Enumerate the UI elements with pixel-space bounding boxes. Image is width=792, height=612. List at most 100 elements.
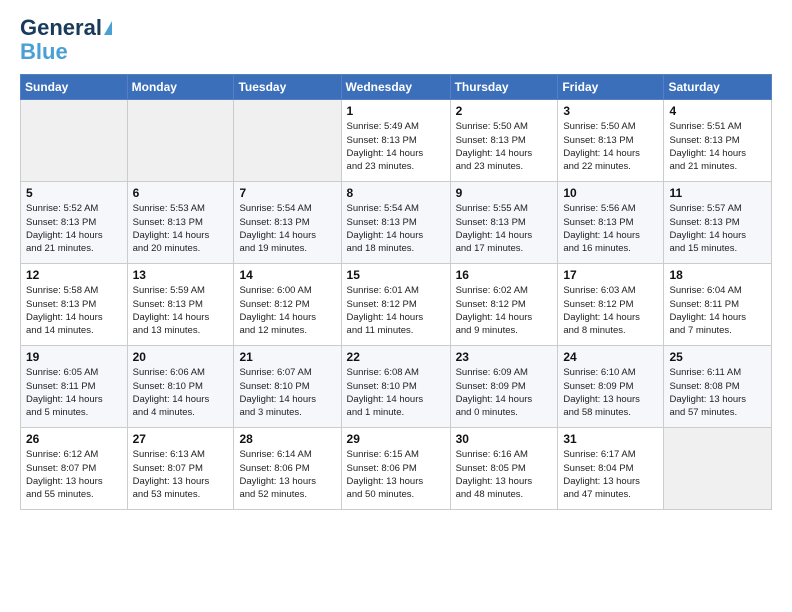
day-number: 24 bbox=[563, 350, 658, 364]
week-row-5: 26 Sunrise: 6:12 AM Sunset: 8:07 PM Dayli… bbox=[21, 428, 772, 510]
day-cell-27: 27Sunrise: 6:13 AM Sunset: 8:07 PM Dayli… bbox=[127, 428, 234, 510]
day-cell-3: 3 Sunrise: 5:50 AM Sunset: 8:13 PM Daylig… bbox=[558, 100, 664, 182]
day-info: Sunrise: 6:06 AM Sunset: 8:10 PM Dayligh… bbox=[133, 366, 229, 419]
calendar-table: SundayMondayTuesdayWednesdayThursdayFrid… bbox=[20, 74, 772, 510]
day-cell-30: 30 Sunrise: 6:16 AM Sunset: 8:05 PM Dayli… bbox=[450, 428, 558, 510]
day-number: 4 bbox=[669, 104, 766, 118]
day-info: Sunrise: 5:59 AM Sunset: 8:13 PM Dayligh… bbox=[133, 284, 229, 337]
day-number: 25 bbox=[669, 350, 766, 364]
day-number: 16 bbox=[456, 268, 553, 282]
day-cell-6: 6Sunrise: 5:53 AM Sunset: 8:13 PM Daylig… bbox=[127, 182, 234, 264]
day-number: 2 bbox=[456, 104, 553, 118]
day-number: 28 bbox=[239, 432, 335, 446]
day-cell-20: 20 Sunrise: 6:06 AM Sunset: 8:10 PM Dayli… bbox=[127, 346, 234, 428]
day-cell-24: 24 Sunrise: 6:10 AM Sunset: 8:09 PM Dayli… bbox=[558, 346, 664, 428]
day-info: Sunrise: 6:12 AM Sunset: 8:07 PM Dayligh… bbox=[26, 448, 122, 501]
day-info: Sunrise: 5:50 AM Sunset: 8:13 PM Dayligh… bbox=[456, 120, 553, 173]
day-cell-4: 4Sunrise: 5:51 AM Sunset: 8:13 PM Daylig… bbox=[664, 100, 772, 182]
day-cell-9: 9 Sunrise: 5:55 AM Sunset: 8:13 PM Daylig… bbox=[450, 182, 558, 264]
weekday-header-tuesday: Tuesday bbox=[234, 75, 341, 100]
day-cell-13: 13 Sunrise: 5:59 AM Sunset: 8:13 PM Dayli… bbox=[127, 264, 234, 346]
day-info: Sunrise: 6:16 AM Sunset: 8:05 PM Dayligh… bbox=[456, 448, 553, 501]
weekday-header-wednesday: Wednesday bbox=[341, 75, 450, 100]
day-number: 9 bbox=[456, 186, 553, 200]
day-number: 11 bbox=[669, 186, 766, 200]
day-info: Sunrise: 6:05 AM Sunset: 8:11 PM Dayligh… bbox=[26, 366, 122, 419]
day-info: Sunrise: 5:52 AM Sunset: 8:13 PM Dayligh… bbox=[26, 202, 122, 255]
day-info: Sunrise: 6:10 AM Sunset: 8:09 PM Dayligh… bbox=[563, 366, 658, 419]
day-info: Sunrise: 5:56 AM Sunset: 8:13 PM Dayligh… bbox=[563, 202, 658, 255]
day-number: 20 bbox=[133, 350, 229, 364]
day-cell-23: 23Sunrise: 6:09 AM Sunset: 8:09 PM Dayli… bbox=[450, 346, 558, 428]
week-row-1: 1 Sunrise: 5:49 AM Sunset: 8:13 PM Daylig… bbox=[21, 100, 772, 182]
day-info: Sunrise: 5:50 AM Sunset: 8:13 PM Dayligh… bbox=[563, 120, 658, 173]
day-cell-16: 16 Sunrise: 6:02 AM Sunset: 8:12 PM Dayli… bbox=[450, 264, 558, 346]
day-number: 30 bbox=[456, 432, 553, 446]
empty-cell bbox=[234, 100, 341, 182]
day-number: 1 bbox=[347, 104, 445, 118]
logo-text-general: General bbox=[20, 16, 102, 40]
day-cell-18: 18Sunrise: 6:04 AM Sunset: 8:11 PM Dayli… bbox=[664, 264, 772, 346]
day-number: 10 bbox=[563, 186, 658, 200]
day-number: 15 bbox=[347, 268, 445, 282]
weekday-header-friday: Friday bbox=[558, 75, 664, 100]
logo: General Blue bbox=[20, 16, 112, 64]
day-cell-26: 26 Sunrise: 6:12 AM Sunset: 8:07 PM Dayli… bbox=[21, 428, 128, 510]
day-number: 26 bbox=[26, 432, 122, 446]
day-number: 5 bbox=[26, 186, 122, 200]
day-cell-28: 28Sunrise: 6:14 AM Sunset: 8:06 PM Dayli… bbox=[234, 428, 341, 510]
day-cell-22: 22 Sunrise: 6:08 AM Sunset: 8:10 PM Dayli… bbox=[341, 346, 450, 428]
day-cell-19: 19 Sunrise: 6:05 AM Sunset: 8:11 PM Dayli… bbox=[21, 346, 128, 428]
day-number: 22 bbox=[347, 350, 445, 364]
day-number: 12 bbox=[26, 268, 122, 282]
empty-cell bbox=[21, 100, 128, 182]
day-cell-15: 15 Sunrise: 6:01 AM Sunset: 8:12 PM Dayli… bbox=[341, 264, 450, 346]
day-cell-17: 17 Sunrise: 6:03 AM Sunset: 8:12 PM Dayli… bbox=[558, 264, 664, 346]
day-number: 31 bbox=[563, 432, 658, 446]
day-cell-1: 1 Sunrise: 5:49 AM Sunset: 8:13 PM Daylig… bbox=[341, 100, 450, 182]
day-info: Sunrise: 5:55 AM Sunset: 8:13 PM Dayligh… bbox=[456, 202, 553, 255]
day-info: Sunrise: 6:01 AM Sunset: 8:12 PM Dayligh… bbox=[347, 284, 445, 337]
day-info: Sunrise: 6:03 AM Sunset: 8:12 PM Dayligh… bbox=[563, 284, 658, 337]
day-number: 14 bbox=[239, 268, 335, 282]
day-info: Sunrise: 6:17 AM Sunset: 8:04 PM Dayligh… bbox=[563, 448, 658, 501]
day-info: Sunrise: 5:58 AM Sunset: 8:13 PM Dayligh… bbox=[26, 284, 122, 337]
day-number: 23 bbox=[456, 350, 553, 364]
day-cell-21: 21Sunrise: 6:07 AM Sunset: 8:10 PM Dayli… bbox=[234, 346, 341, 428]
day-number: 8 bbox=[347, 186, 445, 200]
weekday-header-sunday: Sunday bbox=[21, 75, 128, 100]
day-info: Sunrise: 6:02 AM Sunset: 8:12 PM Dayligh… bbox=[456, 284, 553, 337]
day-info: Sunrise: 5:54 AM Sunset: 8:13 PM Dayligh… bbox=[239, 202, 335, 255]
day-cell-29: 29 Sunrise: 6:15 AM Sunset: 8:06 PM Dayli… bbox=[341, 428, 450, 510]
day-number: 29 bbox=[347, 432, 445, 446]
day-cell-31: 31 Sunrise: 6:17 AM Sunset: 8:04 PM Dayli… bbox=[558, 428, 664, 510]
logo-text-blue: Blue bbox=[20, 40, 68, 64]
day-info: Sunrise: 6:15 AM Sunset: 8:06 PM Dayligh… bbox=[347, 448, 445, 501]
day-info: Sunrise: 6:07 AM Sunset: 8:10 PM Dayligh… bbox=[239, 366, 335, 419]
header: General Blue bbox=[20, 16, 772, 64]
day-cell-12: 12 Sunrise: 5:58 AM Sunset: 8:13 PM Dayli… bbox=[21, 264, 128, 346]
day-number: 3 bbox=[563, 104, 658, 118]
day-number: 13 bbox=[133, 268, 229, 282]
day-cell-5: 5 Sunrise: 5:52 AM Sunset: 8:13 PM Daylig… bbox=[21, 182, 128, 264]
logo-triangle-icon bbox=[104, 21, 112, 35]
day-cell-14: 14 Sunrise: 6:00 AM Sunset: 8:12 PM Dayli… bbox=[234, 264, 341, 346]
empty-cell bbox=[664, 428, 772, 510]
empty-cell bbox=[127, 100, 234, 182]
day-number: 17 bbox=[563, 268, 658, 282]
day-info: Sunrise: 6:11 AM Sunset: 8:08 PM Dayligh… bbox=[669, 366, 766, 419]
day-cell-25: 25 Sunrise: 6:11 AM Sunset: 8:08 PM Dayli… bbox=[664, 346, 772, 428]
day-cell-7: 7 Sunrise: 5:54 AM Sunset: 8:13 PM Daylig… bbox=[234, 182, 341, 264]
weekday-header-monday: Monday bbox=[127, 75, 234, 100]
day-number: 7 bbox=[239, 186, 335, 200]
day-number: 19 bbox=[26, 350, 122, 364]
week-row-2: 5 Sunrise: 5:52 AM Sunset: 8:13 PM Daylig… bbox=[21, 182, 772, 264]
day-info: Sunrise: 6:00 AM Sunset: 8:12 PM Dayligh… bbox=[239, 284, 335, 337]
day-cell-2: 2 Sunrise: 5:50 AM Sunset: 8:13 PM Daylig… bbox=[450, 100, 558, 182]
day-number: 18 bbox=[669, 268, 766, 282]
day-info: Sunrise: 6:08 AM Sunset: 8:10 PM Dayligh… bbox=[347, 366, 445, 419]
day-info: Sunrise: 5:54 AM Sunset: 8:13 PM Dayligh… bbox=[347, 202, 445, 255]
day-cell-11: 11Sunrise: 5:57 AM Sunset: 8:13 PM Dayli… bbox=[664, 182, 772, 264]
day-number: 6 bbox=[133, 186, 229, 200]
day-info: Sunrise: 5:49 AM Sunset: 8:13 PM Dayligh… bbox=[347, 120, 445, 173]
